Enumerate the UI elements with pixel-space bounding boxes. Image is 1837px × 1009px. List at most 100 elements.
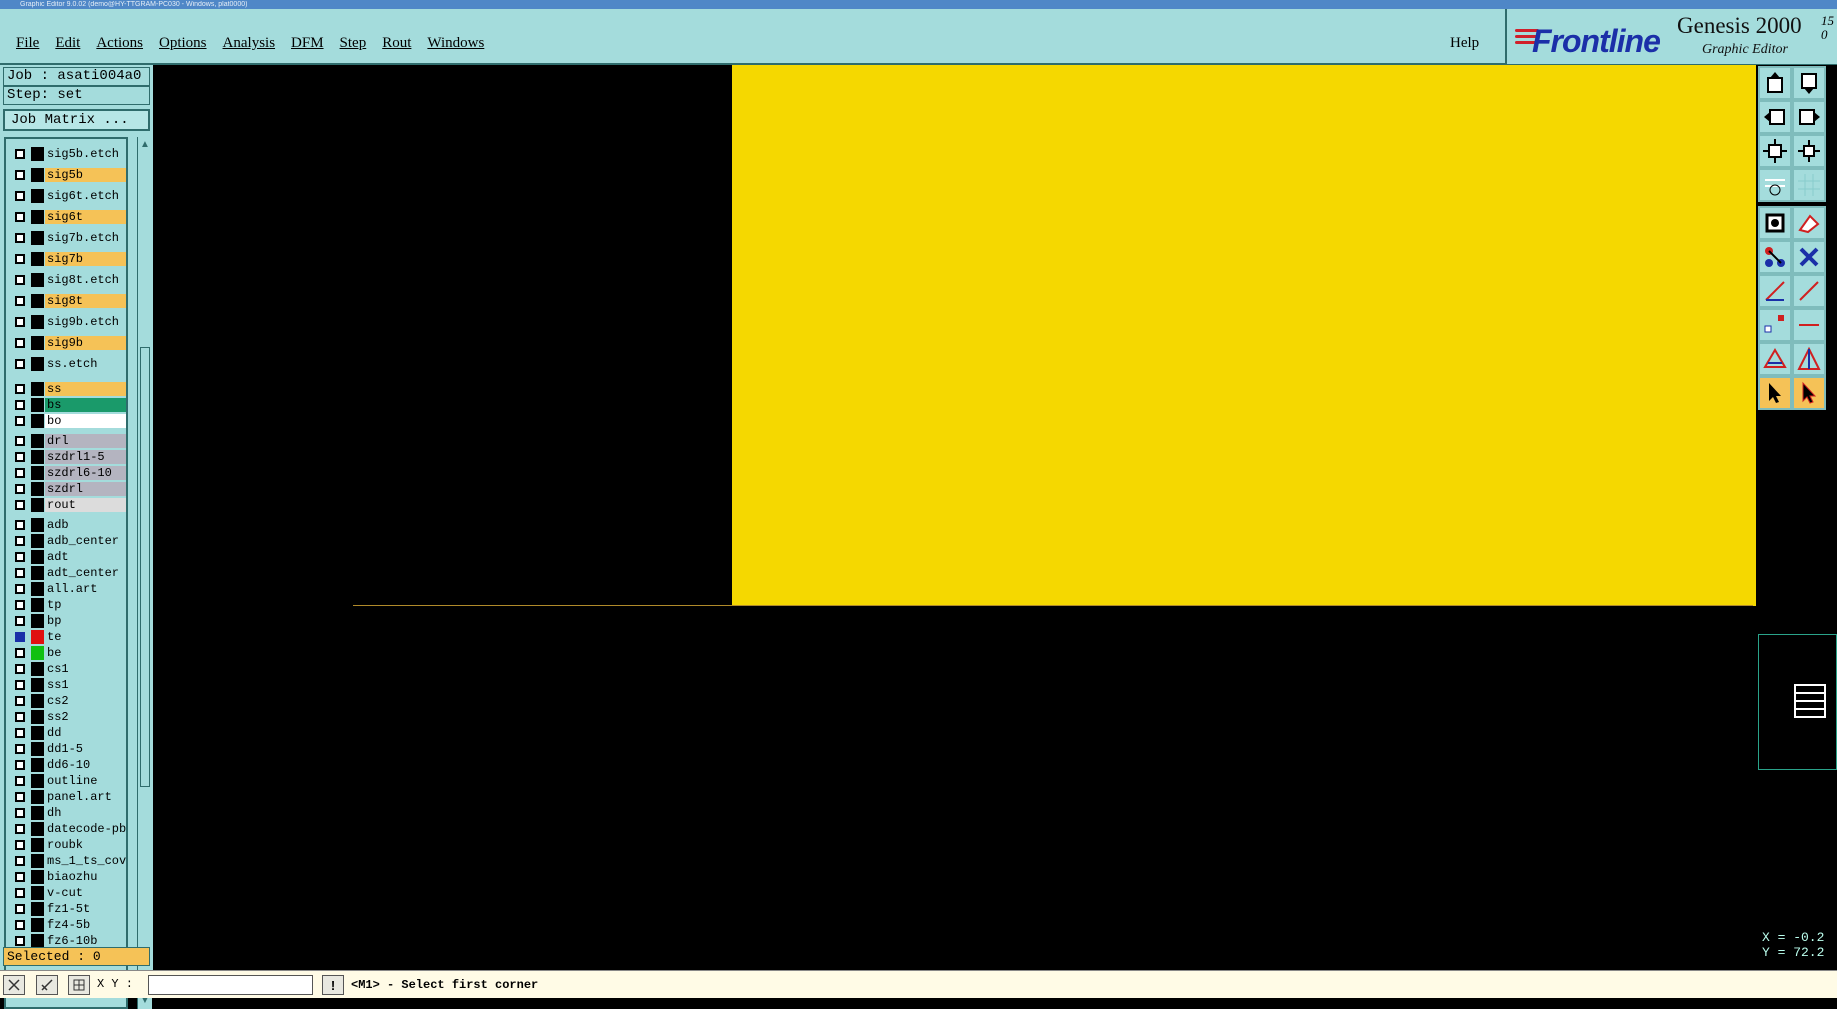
- line-icon[interactable]: [1792, 274, 1826, 308]
- layer-row[interactable]: ms_1_ts_cove: [9, 854, 126, 868]
- layer-checkbox[interactable]: [15, 888, 25, 898]
- layer-row[interactable]: sig7b: [9, 252, 126, 266]
- layer-color-swatch[interactable]: [31, 662, 44, 676]
- layer-row[interactable]: fz6-10b: [9, 934, 126, 948]
- layer-name[interactable]: sig5b.etch: [45, 147, 126, 161]
- navigator-box[interactable]: [1758, 634, 1837, 770]
- layer-row[interactable]: cs2: [9, 694, 126, 708]
- layer-row[interactable]: v-cut: [9, 886, 126, 900]
- connect-icon[interactable]: [1758, 240, 1792, 274]
- layer-name[interactable]: fz6-10b: [45, 934, 126, 948]
- layer-color-swatch[interactable]: [31, 934, 44, 948]
- layer-color-swatch[interactable]: [31, 357, 44, 371]
- layer-color-swatch[interactable]: [31, 566, 44, 580]
- menu-options[interactable]: Options: [151, 32, 215, 55]
- move-left-icon[interactable]: [1758, 100, 1792, 134]
- layer-color-swatch[interactable]: [31, 774, 44, 788]
- layer-checkbox[interactable]: [15, 536, 25, 546]
- layer-name[interactable]: szdrl: [45, 482, 126, 496]
- layer-name[interactable]: sig7b.etch: [45, 231, 126, 245]
- layer-name[interactable]: dd: [45, 726, 126, 740]
- layer-checkbox[interactable]: [15, 233, 25, 243]
- layer-checkbox[interactable]: [15, 776, 25, 786]
- layer-color-swatch[interactable]: [31, 646, 44, 660]
- layer-name[interactable]: bs: [45, 398, 126, 412]
- grid-icon[interactable]: [1792, 168, 1826, 202]
- layer-row[interactable]: ss2: [9, 710, 126, 724]
- menu-actions[interactable]: Actions: [88, 32, 151, 55]
- layer-name[interactable]: drl: [45, 434, 126, 448]
- layer-row[interactable]: outline: [9, 774, 126, 788]
- layer-name[interactable]: dd6-10: [45, 758, 126, 772]
- layer-checkbox[interactable]: [15, 584, 25, 594]
- layer-name[interactable]: fz1-5t: [45, 902, 126, 916]
- layer-checkbox[interactable]: [15, 600, 25, 610]
- layer-name[interactable]: ms_1_ts_cove: [45, 854, 126, 868]
- layer-color-swatch[interactable]: [31, 854, 44, 868]
- fit-icon[interactable]: [1758, 134, 1792, 168]
- menu-edit[interactable]: Edit: [47, 32, 88, 55]
- layer-color-swatch[interactable]: [31, 806, 44, 820]
- layer-row[interactable]: roubk: [9, 838, 126, 852]
- layer-checkbox[interactable]: [15, 359, 25, 369]
- layer-name[interactable]: sig6t.etch: [45, 189, 126, 203]
- layer-name[interactable]: adb: [45, 518, 126, 532]
- graphic-canvas[interactable]: [153, 65, 1756, 970]
- move-right-icon[interactable]: [1792, 100, 1826, 134]
- grid-mode-icon[interactable]: [68, 975, 90, 995]
- layer-row[interactable]: bp: [9, 614, 126, 628]
- edit-mode-icon[interactable]: [36, 975, 58, 995]
- layer-checkbox[interactable]: [15, 296, 25, 306]
- layer-checkbox[interactable]: [15, 744, 25, 754]
- layer-color-swatch[interactable]: [31, 294, 44, 308]
- layer-name[interactable]: adt: [45, 550, 126, 564]
- layer-name[interactable]: dd1-5: [45, 742, 126, 756]
- select-arrow-icon[interactable]: [1758, 376, 1792, 410]
- menu-file[interactable]: File: [8, 32, 47, 55]
- layer-row[interactable]: rout: [9, 498, 126, 512]
- layer-row[interactable]: bo: [9, 414, 126, 428]
- menu-dfm[interactable]: DFM: [283, 32, 332, 55]
- layer-color-swatch[interactable]: [31, 870, 44, 884]
- layer-row[interactable]: dh: [9, 806, 126, 820]
- layer-name[interactable]: adt_center: [45, 566, 126, 580]
- layer-name[interactable]: all.art: [45, 582, 126, 596]
- zoom-list-icon[interactable]: [1793, 683, 1827, 719]
- layer-color-swatch[interactable]: [31, 758, 44, 772]
- layer-color-swatch[interactable]: [31, 534, 44, 548]
- layer-name[interactable]: v-cut: [45, 886, 126, 900]
- layer-checkbox[interactable]: [15, 872, 25, 882]
- layer-row[interactable]: szdrl: [9, 482, 126, 496]
- layer-name[interactable]: sig8t.etch: [45, 273, 126, 287]
- layer-name[interactable]: roubk: [45, 838, 126, 852]
- layer-checkbox[interactable]: [15, 936, 25, 946]
- layer-color-swatch[interactable]: [31, 498, 44, 512]
- layer-color-swatch[interactable]: [31, 482, 44, 496]
- layer-checkbox[interactable]: [15, 616, 25, 626]
- layer-row[interactable]: sig5b: [9, 168, 126, 182]
- layer-row[interactable]: be: [9, 646, 126, 660]
- layer-checkbox[interactable]: [15, 696, 25, 706]
- layer-name[interactable]: be: [45, 646, 126, 660]
- layer-row[interactable]: tp: [9, 598, 126, 612]
- layer-checkbox[interactable]: [15, 632, 25, 642]
- layer-scrollbar[interactable]: ▲ ▼: [137, 137, 152, 1009]
- line-angle-icon[interactable]: [1758, 274, 1792, 308]
- layer-name[interactable]: panel.art: [45, 790, 126, 804]
- menu-rout[interactable]: Rout: [374, 32, 419, 55]
- layer-row[interactable]: adb: [9, 518, 126, 532]
- layer-row[interactable]: sig7b.etch: [9, 231, 126, 245]
- menu-step[interactable]: Step: [332, 32, 375, 55]
- layer-name[interactable]: szdrl6-10: [45, 466, 126, 480]
- menu-windows[interactable]: Windows: [419, 32, 492, 55]
- job-matrix-button[interactable]: Job Matrix ...: [3, 109, 150, 131]
- layer-row[interactable]: szdrl1-5: [9, 450, 126, 464]
- layer-checkbox[interactable]: [15, 500, 25, 510]
- layer-color-swatch[interactable]: [31, 336, 44, 350]
- scroll-up-icon[interactable]: ▲: [139, 139, 151, 151]
- layer-checkbox[interactable]: [15, 904, 25, 914]
- dash-icon[interactable]: [1792, 308, 1826, 342]
- layer-checkbox[interactable]: [15, 680, 25, 690]
- points-icon[interactable]: [1758, 308, 1792, 342]
- layer-row[interactable]: adb_center: [9, 534, 126, 548]
